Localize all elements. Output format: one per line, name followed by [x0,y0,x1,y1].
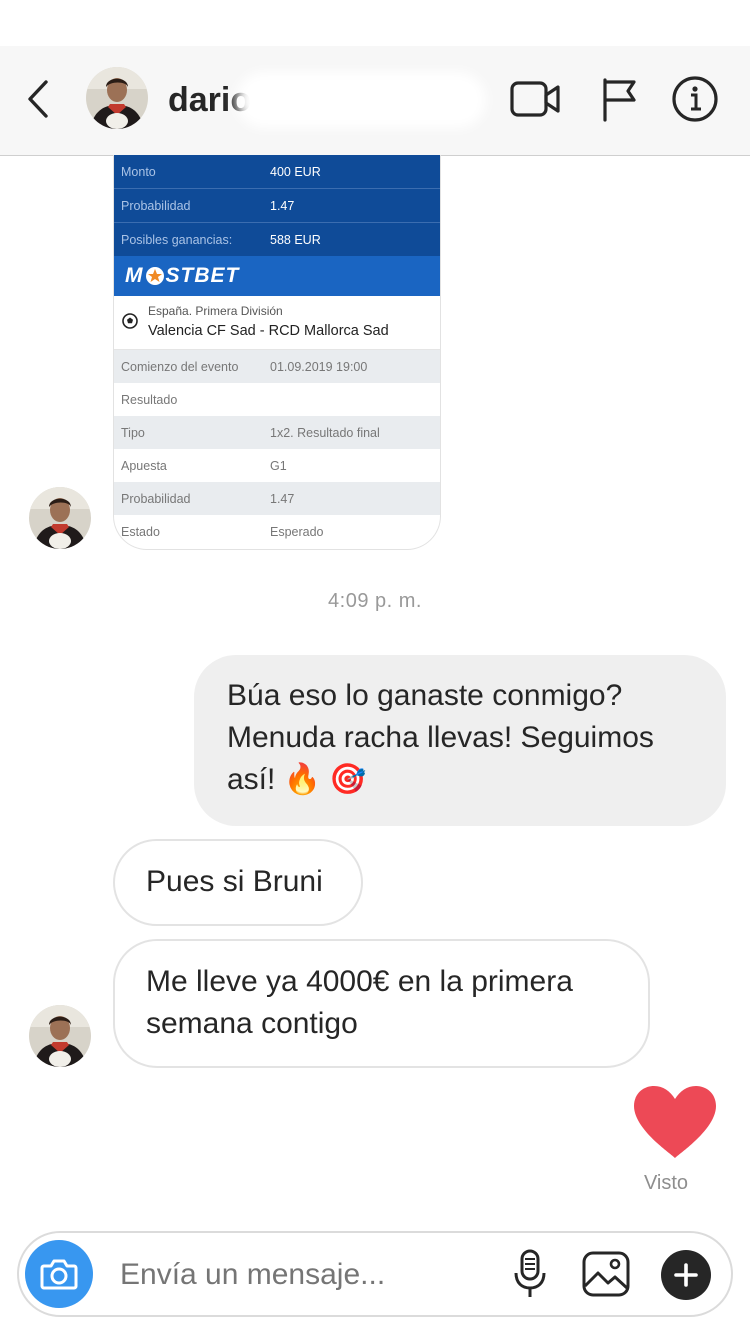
avatar[interactable] [29,487,91,549]
star-icon [145,267,164,285]
chevron-left-icon[interactable] [20,78,56,120]
info-icon[interactable] [668,74,722,124]
incoming-message[interactable]: Pues si Bruni [113,839,363,926]
avatar[interactable] [29,1005,91,1067]
match-info: España. Primera División Valencia CF Sad… [114,296,440,350]
bet-summary-row: Posibles ganancias: 588 EUR [114,223,440,256]
bet-detail-row: Probabilidad 1.47 [114,482,440,515]
message-input[interactable] [120,1256,490,1294]
row-value: 1.47 [270,198,295,213]
brand-logo: M STBET [114,256,440,296]
gallery-icon[interactable] [580,1249,632,1299]
row-key: Apuesta [121,458,167,473]
row-key: Tipo [121,425,145,440]
row-key: Probabilidad [121,198,191,213]
outgoing-message[interactable]: Búa eso lo ganaste conmigo? Menuda racha… [194,655,726,826]
bet-detail-row: Apuesta G1 [114,449,440,482]
flag-icon[interactable] [591,74,645,124]
soccer-ball-icon [122,313,138,329]
row-key: Posibles ganancias: [121,232,233,247]
row-value: 01.09.2019 19:00 [270,359,368,374]
match-teams: Valencia CF Sad - RCD Mallorca Sad [148,323,389,339]
bet-detail-row: Tipo 1x2. Resultado final [114,416,440,449]
bet-detail-row: Comienzo del evento 01.09.2019 19:00 [114,350,440,383]
row-key: Resultado [121,392,178,407]
chat-header: dario [0,0,750,156]
row-key: Comienzo del evento [121,359,239,374]
status-bar [0,0,750,46]
row-value: 400 EUR [270,164,321,179]
bet-details: Comienzo del evento 01.09.2019 19:00 Resu… [114,350,440,548]
bet-summary: Monto 400 EUR Probabilidad 1.47 Posibles g… [114,155,440,256]
heart-icon[interactable] [632,1084,718,1160]
league-name: España. Primera División [148,304,283,318]
row-value: 1.47 [270,491,295,506]
redacted-name-overlay [236,72,486,128]
incoming-message[interactable]: Me lleve ya 4000€ en la primera semana c… [113,939,650,1068]
row-value: Esperado [270,524,324,539]
bet-summary-row: Probabilidad 1.47 [114,189,440,223]
video-call-icon[interactable] [508,74,562,124]
seen-label: Visto [643,1172,689,1194]
row-value: G1 [270,458,287,473]
row-key: Estado [121,524,160,539]
camera-icon[interactable] [25,1240,93,1308]
row-key: Probabilidad [121,491,191,506]
brand-suffix: STBET [165,264,240,287]
brand-prefix: M [125,264,144,287]
microphone-icon[interactable] [507,1249,553,1299]
bet-detail-row: Estado Esperado [114,515,440,548]
avatar[interactable] [86,67,148,129]
bet-detail-row: Resultado [114,383,440,416]
row-key: Monto [121,164,156,179]
bet-slip-image[interactable]: Monto 400 EUR Probabilidad 1.47 Posibles g… [113,155,441,550]
row-value: 1x2. Resultado final [270,425,380,440]
message-timestamp: 4:09 p. m. [328,590,422,612]
bet-summary-row: Monto 400 EUR [114,155,440,189]
plus-icon[interactable] [661,1250,711,1300]
row-value: 588 EUR [270,232,321,247]
